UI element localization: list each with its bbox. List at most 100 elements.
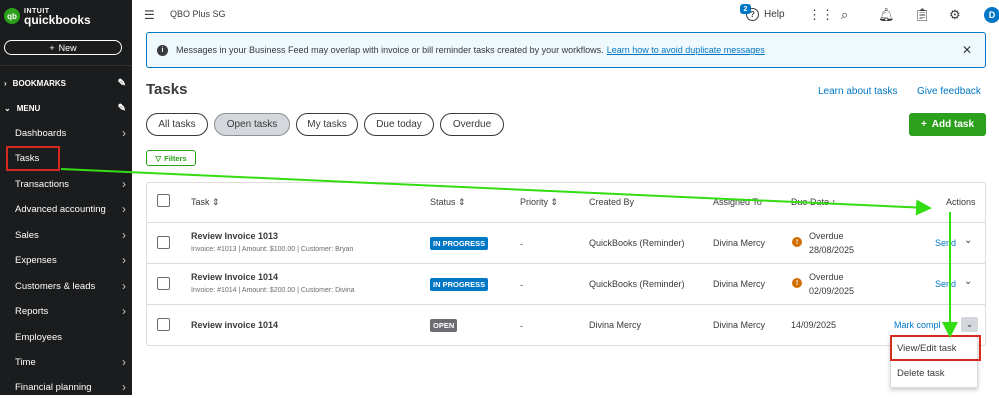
- column-header-assigned-to: Assigned To: [713, 197, 762, 207]
- info-icon: i: [157, 44, 168, 56]
- row-divider: [146, 304, 986, 305]
- created-by-value: QuickBooks (Reminder): [589, 279, 685, 289]
- tab-open-tasks[interactable]: Open tasks: [214, 113, 290, 136]
- tab-all-tasks[interactable]: All tasks: [146, 113, 208, 136]
- chevron-right-icon: ›: [4, 78, 7, 88]
- sidebar-item-label: Financial planning: [15, 381, 92, 393]
- task-name[interactable]: Review invoice 1014: [191, 320, 278, 330]
- column-header-priority[interactable]: Priority ⇕: [520, 197, 558, 208]
- created-by-value: QuickBooks (Reminder): [589, 238, 685, 248]
- sidebar-item-label: Reports: [15, 305, 49, 317]
- chevron-right-icon: ›: [122, 380, 126, 394]
- logo-quickbooks-text: quickbooks: [24, 13, 91, 27]
- chevron-right-icon: ›: [122, 253, 126, 267]
- avatar[interactable]: D: [984, 7, 999, 23]
- sidebar-divider: [0, 65, 132, 66]
- column-header-created-by: Created By: [589, 197, 635, 207]
- delete-task-menu-item[interactable]: Delete task: [897, 368, 945, 379]
- sidebar-item-dashboards[interactable]: Dashboards ›: [0, 122, 132, 144]
- pencil-icon[interactable]: ✎: [118, 78, 126, 89]
- sidebar-item-customers-leads[interactable]: Customers & leads ›: [0, 275, 132, 297]
- bookmarks-label: BOOKMARKS: [12, 78, 67, 88]
- gear-icon[interactable]: ⚙: [949, 7, 961, 23]
- chevron-right-icon: ›: [122, 279, 126, 293]
- chevron-down-icon[interactable]: ⌄: [964, 276, 972, 287]
- search-icon[interactable]: ⌕: [841, 7, 848, 23]
- sidebar: qb INTUIT quickbooks + New › BOOKMARKS ✎…: [0, 0, 132, 395]
- sidebar-item-sales[interactable]: Sales ›: [0, 224, 132, 246]
- sidebar-item-label: Expenses: [15, 254, 57, 266]
- apps-grid-icon[interactable]: ⋮⋮: [808, 7, 834, 23]
- close-icon[interactable]: ✕: [962, 43, 972, 57]
- qb-logo-icon: qb: [4, 8, 20, 24]
- priority-value: -: [520, 321, 523, 331]
- column-header-task[interactable]: Task ⇕: [191, 197, 220, 208]
- tab-overdue[interactable]: Overdue: [440, 113, 504, 136]
- sidebar-item-label: Advanced accounting: [15, 203, 106, 215]
- sidebar-item-label: Customers & leads: [15, 280, 96, 292]
- chevron-down-icon[interactable]: ⌄: [964, 235, 972, 246]
- sidebar-item-expenses[interactable]: Expenses ›: [0, 249, 132, 271]
- sidebar-item-label: Employees: [15, 331, 62, 343]
- notification-bell-icon[interactable]: 🔔︎: [878, 7, 895, 23]
- row-actions-chevron-button[interactable]: ⌄: [961, 317, 978, 332]
- filters-label: Filters: [164, 153, 187, 163]
- status-badge: OPEN: [430, 319, 458, 332]
- status-badge: IN PROGRESS: [430, 237, 489, 250]
- overdue-alert-icon: !: [792, 278, 802, 288]
- row-checkbox[interactable]: [157, 236, 170, 249]
- tab-my-tasks[interactable]: My tasks: [296, 113, 358, 136]
- tasks-highlight-box: [6, 146, 60, 171]
- pencil-icon[interactable]: ✎: [118, 103, 126, 114]
- sidebar-item-reports[interactable]: Reports ›: [0, 300, 132, 322]
- priority-value: -: [520, 280, 523, 290]
- filters-button[interactable]: ▽ Filters: [146, 150, 196, 166]
- assigned-to-value: Divina Mercy: [713, 320, 766, 330]
- collapse-menu-icon[interactable]: ☰: [144, 8, 155, 22]
- sidebar-item-employees[interactable]: Employees: [0, 326, 132, 348]
- learn-about-tasks-link[interactable]: Learn about tasks: [818, 86, 898, 97]
- new-button[interactable]: + New: [4, 40, 122, 55]
- tab-due-today[interactable]: Due today: [364, 113, 434, 136]
- due-date-value: 14/09/2025: [791, 320, 837, 330]
- row-checkbox[interactable]: [157, 277, 170, 290]
- sidebar-item-label: Sales: [15, 229, 39, 241]
- sidebar-item-transactions[interactable]: Transactions ›: [0, 173, 132, 195]
- view-edit-highlight-box: [890, 335, 981, 361]
- row-checkbox[interactable]: [157, 318, 170, 331]
- priority-value: -: [520, 239, 523, 249]
- overdue-alert-icon: !: [792, 237, 802, 247]
- task-name[interactable]: Review Invoice 1013: [191, 231, 278, 241]
- assigned-to-value: Divina Mercy: [713, 238, 766, 248]
- sidebar-item-advanced-accounting[interactable]: Advanced accounting ›: [0, 198, 132, 220]
- filter-icon: ▽: [155, 153, 162, 163]
- clipboard-icon[interactable]: 📋︎: [914, 7, 931, 23]
- due-status: Overdue: [809, 272, 844, 282]
- quickbooks-logo[interactable]: qb INTUIT quickbooks: [4, 7, 91, 27]
- select-all-checkbox[interactable]: [157, 194, 170, 207]
- mark-complete-link[interactable]: Mark compl: [894, 320, 941, 330]
- give-feedback-link[interactable]: Give feedback: [917, 86, 981, 97]
- plus-icon: +: [49, 42, 55, 53]
- column-header-status[interactable]: Status ⇕: [430, 197, 466, 208]
- row-divider: [146, 222, 986, 223]
- task-name[interactable]: Review Invoice 1014: [191, 272, 278, 282]
- chevron-right-icon: ›: [122, 355, 126, 369]
- due-status: Overdue: [809, 231, 844, 241]
- help-button[interactable]: ? Help: [746, 8, 785, 21]
- chevron-right-icon: ›: [122, 228, 126, 242]
- menu-section[interactable]: ⌄ MENU ✎: [0, 99, 132, 117]
- send-link[interactable]: Send: [935, 279, 956, 289]
- banner-link[interactable]: Learn how to avoid duplicate messages: [607, 45, 765, 55]
- task-details: Invoice: #1013 | Amount: $100.00 | Custo…: [191, 246, 354, 253]
- add-task-button[interactable]: + Add task: [909, 113, 986, 136]
- new-button-label: New: [58, 42, 77, 53]
- column-header-due-date[interactable]: Due Date ↑: [791, 197, 836, 207]
- send-link[interactable]: Send: [935, 238, 956, 248]
- chevron-right-icon: ›: [122, 177, 126, 191]
- menu-label: MENU: [16, 103, 41, 113]
- sidebar-item-time[interactable]: Time ›: [0, 351, 132, 373]
- created-by-value: Divina Mercy: [589, 320, 642, 330]
- bookmarks-section[interactable]: › BOOKMARKS ✎: [0, 74, 132, 92]
- chevron-right-icon: ›: [122, 126, 126, 140]
